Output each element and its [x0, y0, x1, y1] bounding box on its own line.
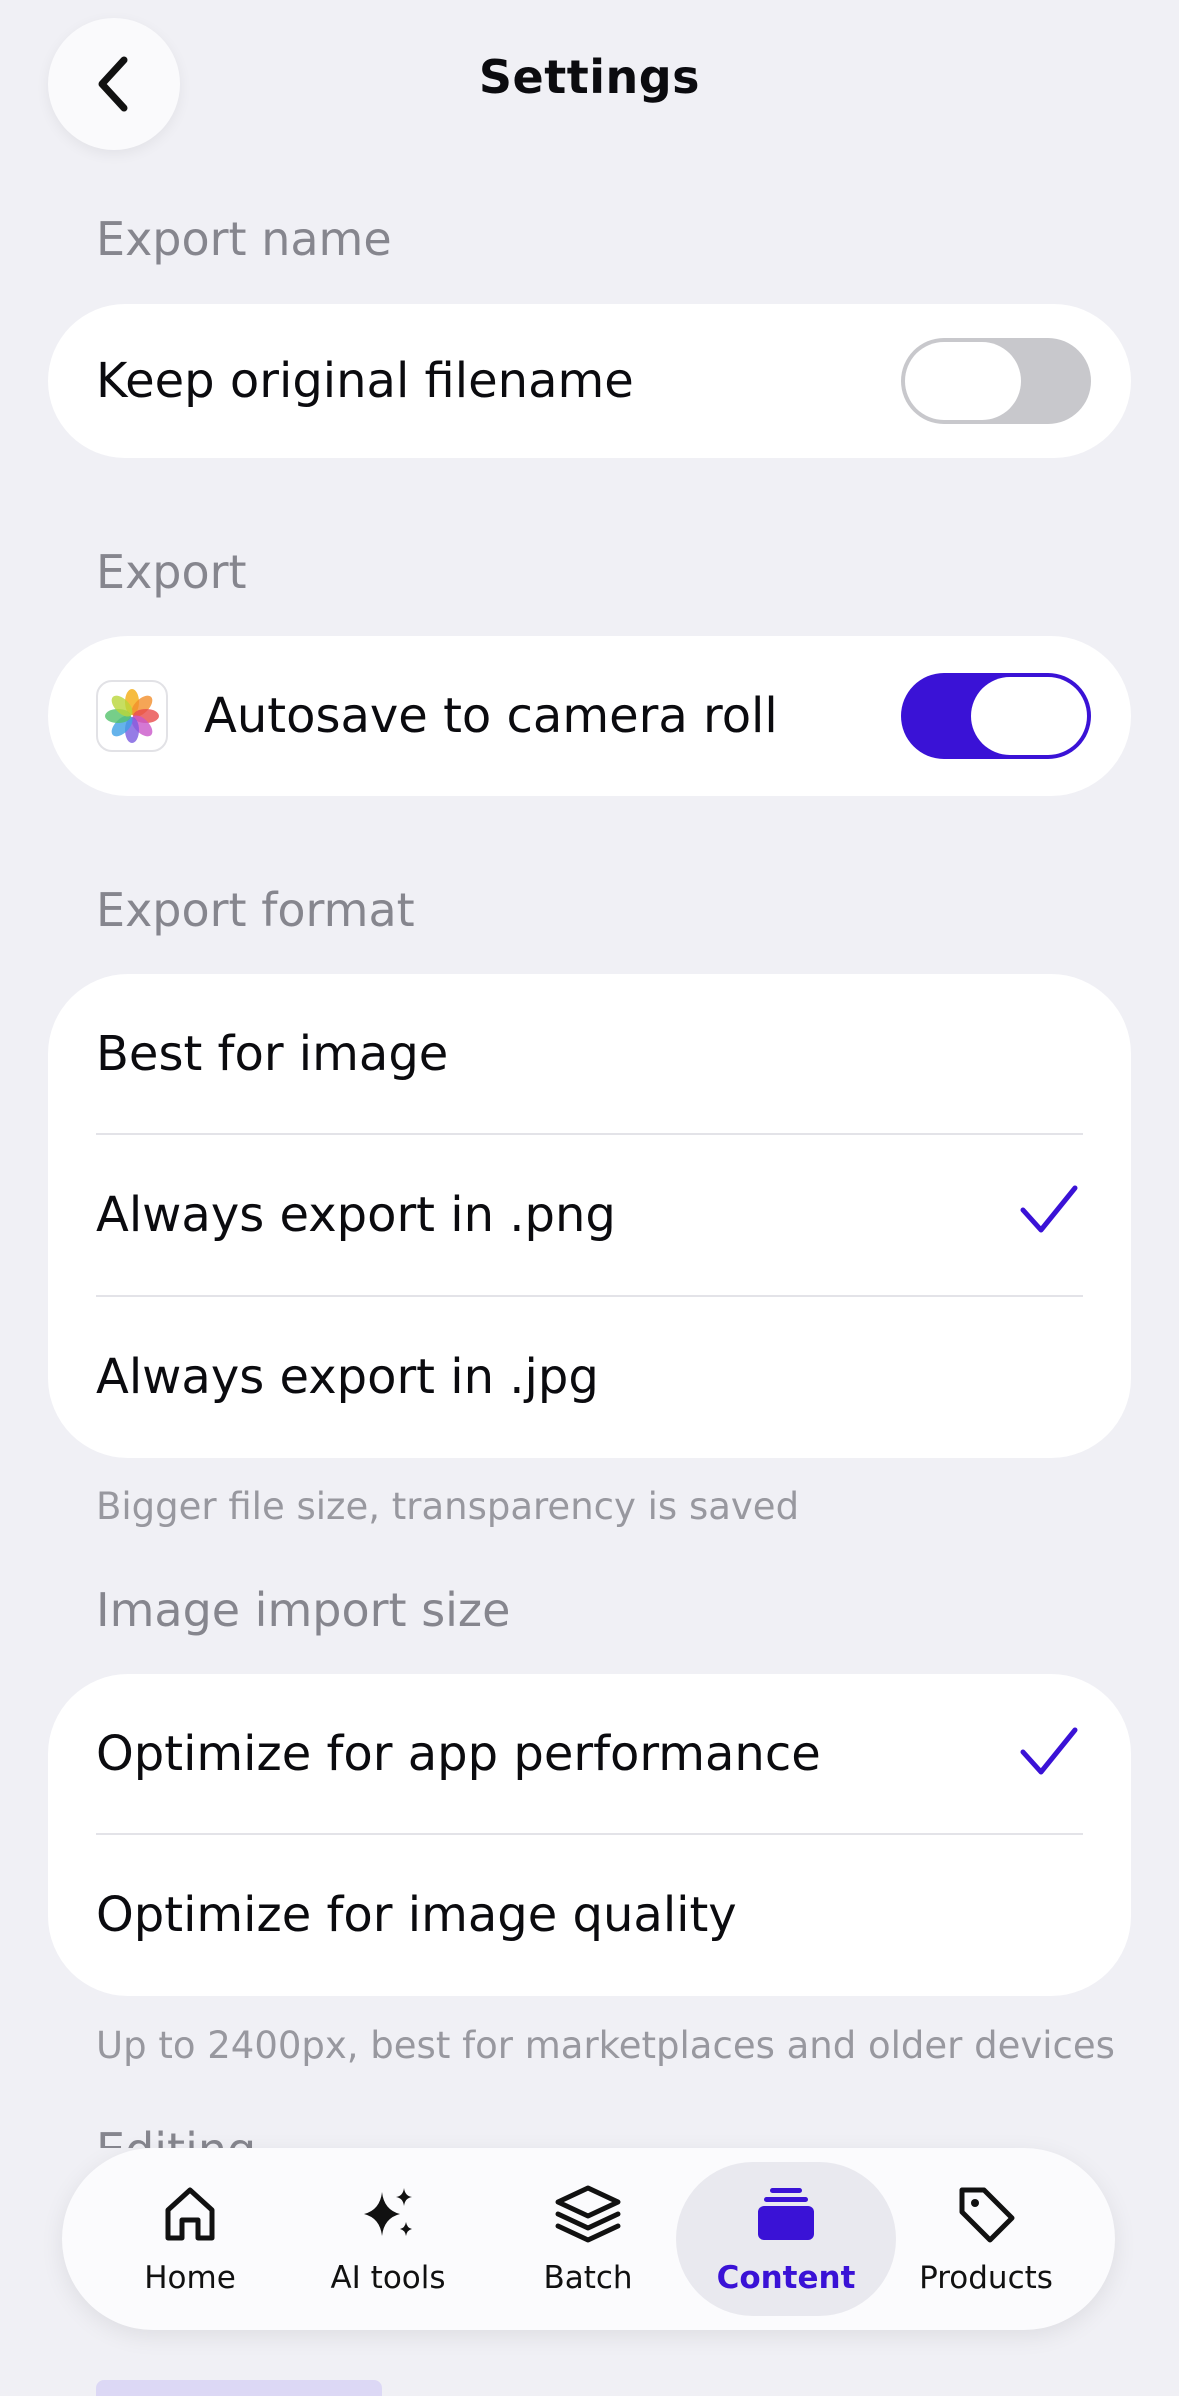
tab-label: Content [716, 2260, 856, 2296]
photos-icon [96, 680, 168, 752]
import-size-card: Optimize for app performance Optimize fo… [48, 1674, 1131, 1996]
autosave-label: Autosave to camera roll [204, 688, 778, 744]
section-label-import-size: Image import size [96, 1583, 511, 1637]
section-label-export: Export [96, 545, 247, 599]
import-option-quality[interactable]: Optimize for image quality [96, 1835, 1083, 1995]
import-option-label: Optimize for image quality [96, 1887, 737, 1943]
section-label-export-format: Export format [96, 883, 415, 937]
tab-ai-tools[interactable]: AI tools [278, 2162, 498, 2316]
checkmark-icon [1020, 1727, 1078, 1775]
tab-products[interactable]: Products [876, 2162, 1096, 2316]
tab-label: Products [919, 2260, 1053, 2296]
tab-label: Home [144, 2260, 236, 2296]
toggle-knob [971, 677, 1087, 755]
tab-content[interactable]: Content [676, 2162, 896, 2316]
format-option-label: Best for image [96, 1026, 449, 1082]
format-option-best[interactable]: Best for image [96, 974, 1083, 1134]
tab-batch[interactable]: Batch [478, 2162, 698, 2316]
layers-icon [555, 2185, 621, 2243]
section-label-editing: Editing [96, 2122, 256, 2148]
autosave-toggle[interactable] [901, 673, 1091, 759]
tab-label: Batch [543, 2260, 633, 2296]
import-size-helper: Up to 2400px, best for marketplaces and … [96, 2024, 1115, 2067]
tag-icon [959, 2187, 1015, 2243]
format-option-label: Always export in .png [96, 1187, 616, 1243]
export-format-card: Best for image Always export in .png Alw… [48, 974, 1131, 1458]
export-format-helper: Bigger file size, transparency is saved [96, 1485, 800, 1528]
home-icon [165, 2187, 215, 2241]
page-title: Settings [478, 50, 701, 104]
sparkles-icon [364, 2188, 412, 2236]
import-option-label: Optimize for app performance [96, 1726, 821, 1782]
export-card: Autosave to camera roll [48, 636, 1131, 796]
stack-icon [758, 2188, 814, 2240]
tab-label: AI tools [330, 2260, 446, 2296]
format-option-jpg[interactable]: Always export in .jpg [96, 1297, 1083, 1457]
import-option-performance[interactable]: Optimize for app performance [96, 1674, 1083, 1834]
tab-home[interactable]: Home [80, 2162, 300, 2316]
checkmark-icon [1020, 1185, 1078, 1233]
tab-bar: Home AI tools Batch Content Products [62, 2148, 1115, 2330]
peek-element [96, 2380, 382, 2396]
keep-filename-label: Keep original filename [96, 353, 634, 409]
toggle-knob [905, 342, 1021, 420]
keep-filename-toggle[interactable] [901, 338, 1091, 424]
section-label-export-name: Export name [96, 212, 392, 266]
format-option-label: Always export in .jpg [96, 1349, 599, 1405]
format-option-png[interactable]: Always export in .png [96, 1135, 1083, 1295]
export-name-card: Keep original filename [48, 304, 1131, 458]
